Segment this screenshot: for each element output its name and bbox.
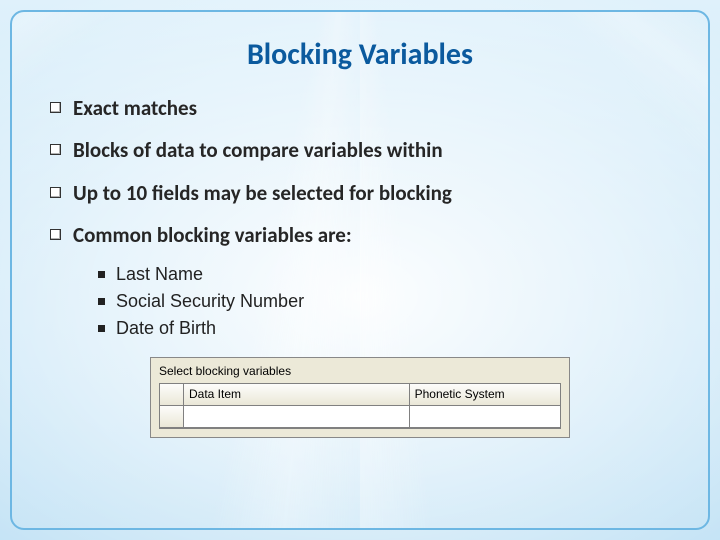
grid-corner xyxy=(160,384,184,406)
square-bullet-icon xyxy=(50,144,61,155)
bullet-text: Exact matches xyxy=(73,95,197,121)
bullet-text: Common blocking variables are: xyxy=(73,222,352,248)
panel-label: Select blocking variables xyxy=(159,364,561,378)
slide-card: Blocking Variables Exact matches Blocks … xyxy=(10,10,710,530)
list-item: Exact matches xyxy=(50,95,674,121)
grid-cell[interactable] xyxy=(184,406,410,428)
embedded-screenshot: Select blocking variables Data Item Phon… xyxy=(150,357,570,438)
slide-title: Blocking Variables xyxy=(46,36,674,73)
column-header: Phonetic System xyxy=(410,384,560,406)
square-bullet-icon xyxy=(50,187,61,198)
bullet-list: Exact matches Blocks of data to compare … xyxy=(46,95,674,248)
bullet-text: Up to 10 fields may be selected for bloc… xyxy=(73,180,452,206)
list-item: Up to 10 fields may be selected for bloc… xyxy=(50,180,674,206)
square-bullet-icon xyxy=(50,229,61,240)
sub-list-item: Last Name xyxy=(98,264,674,285)
sub-bullet-list: Last Name Social Security Number Date of… xyxy=(98,264,674,339)
list-item: Common blocking variables are: xyxy=(50,222,674,248)
sub-list-item: Social Security Number xyxy=(98,291,674,312)
slide: Blocking Variables Exact matches Blocks … xyxy=(0,0,720,540)
screenshot-panel: Select blocking variables Data Item Phon… xyxy=(150,357,570,438)
column-header: Data Item xyxy=(184,384,410,406)
blocking-grid: Data Item Phonetic System xyxy=(159,383,561,429)
square-bullet-icon xyxy=(50,102,61,113)
list-item: Blocks of data to compare variables with… xyxy=(50,137,674,163)
bullet-text: Blocks of data to compare variables with… xyxy=(73,137,443,163)
row-header xyxy=(160,406,184,428)
grid-cell[interactable] xyxy=(410,406,560,428)
sub-list-item: Date of Birth xyxy=(98,318,674,339)
